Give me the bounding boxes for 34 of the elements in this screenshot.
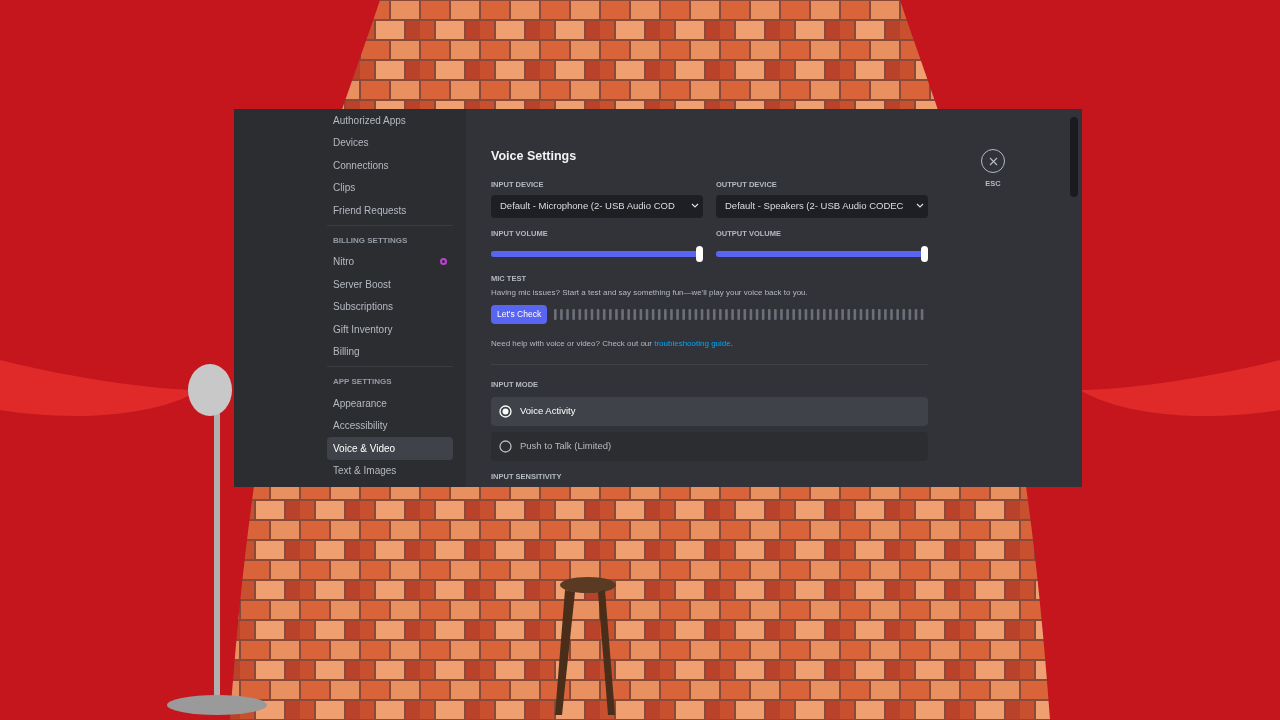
page-title: Voice Settings [491, 150, 578, 163]
radio-icon [499, 404, 512, 418]
device-dropdown[interactable]: Default - Speakers (2- USB Audio CODEC [716, 194, 928, 218]
close-icon [988, 156, 998, 166]
section-heading: BILLING SETTINGS [332, 234, 409, 247]
sidebar-item[interactable]: Appearance [327, 392, 453, 415]
radio-option[interactable]: Voice Activity [491, 396, 928, 426]
sidebar-item[interactable]: Gift Inventory [327, 318, 453, 341]
sidebar-item[interactable]: Connections [327, 154, 453, 177]
help-text: Need help with voice or video? Check out our troubleshooting guide. [491, 338, 734, 351]
sidebar-item[interactable]: Friend Requests [327, 199, 453, 222]
sidebar-item[interactable]: Text & Images [327, 459, 453, 482]
radio-option[interactable]: Push to Talk (Limited) [491, 431, 928, 461]
lets-check-button[interactable]: Let's Check [491, 305, 548, 325]
slider-thumb[interactable] [921, 246, 928, 262]
chevron-down-icon [916, 203, 924, 210]
slider-thumb[interactable] [696, 246, 703, 262]
sidebar-item[interactable]: Billing [327, 340, 453, 363]
sidebar-item[interactable]: Clips [327, 176, 453, 199]
chevron-down-icon [691, 203, 699, 210]
mic-test-description: Having mic issues? Start a test and say something fun—we'll play your voice back to you. [491, 287, 809, 300]
sidebar-item[interactable]: Subscriptions [327, 295, 453, 318]
volume-slider[interactable] [491, 247, 703, 261]
sidebar-item[interactable]: Nitro [327, 250, 453, 273]
device-dropdown[interactable]: Default - Microphone (2- USB Audio COD [491, 194, 703, 218]
sidebar-item[interactable]: Devices [327, 131, 453, 154]
sidebar-item[interactable]: Accessibility [327, 414, 453, 437]
sidebar-item[interactable]: Authorized Apps [327, 109, 453, 132]
troubleshooting-link[interactable]: troubleshooting guide [654, 339, 731, 349]
radio-icon [499, 439, 512, 453]
sidebar-item[interactable]: Server Boost [327, 273, 453, 296]
sidebar-item[interactable]: Voice & Video [327, 437, 453, 460]
volume-slider[interactable] [716, 247, 928, 261]
section-heading: APP SETTINGS [332, 376, 393, 388]
